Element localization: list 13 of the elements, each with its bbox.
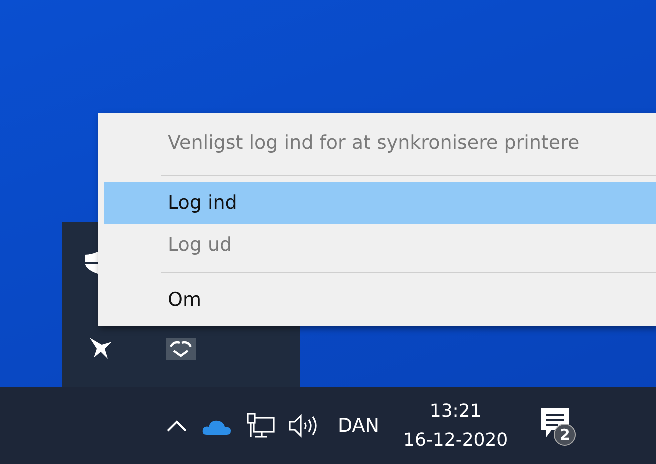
- clock-time[interactable]: 13:21: [430, 400, 482, 422]
- menu-header: Venligst log ind for at synkronisere printere: [167, 131, 581, 156]
- language-indicator[interactable]: DAN: [338, 414, 380, 436]
- notification-count: 2: [554, 424, 576, 446]
- menu-item[interactable]: Log ind: [104, 182, 656, 224]
- star-icon[interactable]: [88, 336, 114, 360]
- network-icon[interactable]: [246, 412, 276, 438]
- shield-icon[interactable]: [84, 252, 98, 274]
- clock-date[interactable]: 16-12-2020: [404, 430, 508, 450]
- speaker-icon[interactable]: [288, 414, 320, 438]
- chevron-up-icon[interactable]: [166, 418, 188, 432]
- menu-item[interactable]: Om: [104, 279, 656, 321]
- sync-box-icon[interactable]: [166, 338, 196, 360]
